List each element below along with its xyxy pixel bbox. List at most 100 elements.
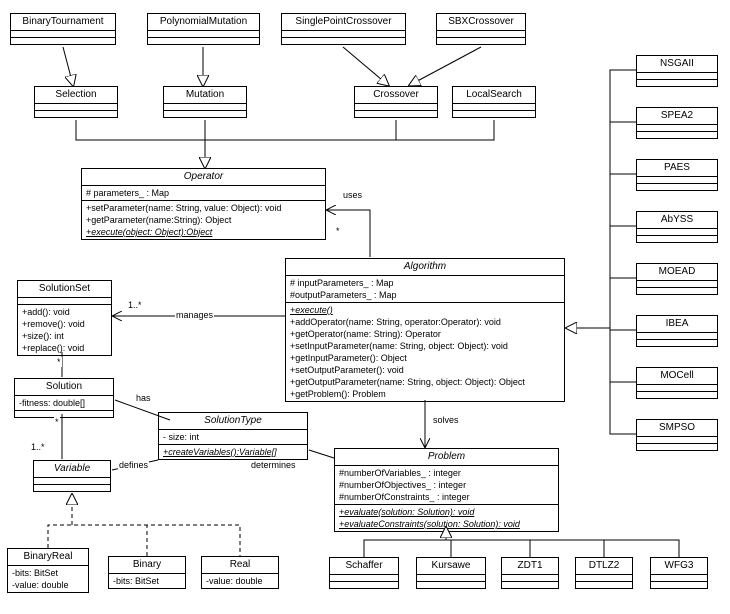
class-crossover: Crossover [354, 86, 438, 118]
op: +size(): int [22, 330, 107, 342]
label-star: * [54, 417, 60, 427]
attr: # parameters_ : Map [86, 187, 321, 199]
class-title: SinglePointCrossover [282, 14, 405, 31]
class-local-search: LocalSearch [452, 86, 536, 118]
class-title: Operator [82, 169, 325, 186]
attr: -fitness: double[] [19, 397, 109, 409]
class-solution: Solution -fitness: double[] [14, 378, 114, 418]
class-title: Variable [34, 461, 110, 478]
label-one-many: 1..* [30, 442, 46, 452]
class-title: Algorithm [286, 259, 564, 276]
op: +replace(): void [22, 342, 107, 354]
op: +getInputParameter(): Object [290, 352, 560, 364]
class-binary-tournament: BinaryTournament [10, 13, 116, 45]
class-title: MOEAD [637, 264, 717, 281]
class-title: Mutation [164, 87, 246, 104]
attr: #outputParameters_ : Map [290, 289, 560, 301]
class-title: Kursawe [417, 558, 485, 575]
class-title: SolutionSet [18, 281, 111, 298]
class-title: Real [202, 557, 278, 574]
class-title: DTLZ2 [576, 558, 632, 575]
op: +getProblem(): Problem [290, 388, 560, 400]
class-title: SMPSO [637, 420, 717, 437]
op: +evaluate(solution: Solution): void [339, 506, 554, 518]
op: +createVariables():Variable[] [163, 446, 303, 458]
attr: #numberOfConstraints_ : integer [339, 491, 554, 503]
class-title: AbYSS [637, 212, 717, 229]
label-uses: uses [342, 190, 363, 200]
class-dtlz2: DTLZ2 [575, 557, 633, 589]
class-title: Crossover [355, 87, 437, 104]
attr: #numberOfVariables_ : integer [339, 467, 554, 479]
class-zdt1: ZDT1 [501, 557, 559, 589]
label-solves: solves [432, 415, 460, 425]
class-title: BinaryTournament [11, 14, 115, 31]
attr: -bits: BitSet [12, 567, 84, 579]
label-one-many: 1..* [127, 300, 143, 310]
class-abyss: AbYSS [636, 211, 718, 243]
op: +add(): void [22, 306, 107, 318]
attr: # inputParameters_ : Map [290, 277, 560, 289]
label-determines: determines [250, 460, 297, 470]
attr: -value: double [206, 575, 274, 587]
class-selection: Selection [34, 86, 118, 118]
attr: - size: int [163, 431, 303, 443]
class-solution-set: SolutionSet +add(): void +remove(): void… [17, 280, 112, 356]
class-title: Problem [335, 449, 558, 466]
class-title: PolynomialMutation [148, 14, 259, 31]
op: +execute(object: Object):Object [86, 226, 321, 238]
label-star: * [335, 226, 341, 236]
class-sbx-crossover: SBXCrossover [436, 13, 526, 45]
class-title: PAES [637, 160, 717, 177]
class-moead: MOEAD [636, 263, 718, 295]
class-spea2: SPEA2 [636, 107, 718, 139]
class-mocell: MOCell [636, 367, 718, 399]
class-schaffer: Schaffer [329, 557, 399, 589]
attr: -value: double [12, 579, 84, 591]
attr: -bits: BitSet [113, 575, 181, 587]
class-nsgaii: NSGAII [636, 55, 718, 87]
class-title: SPEA2 [637, 108, 717, 125]
class-title: WFG3 [651, 558, 707, 575]
op: +getParameter(name:String): Object [86, 214, 321, 226]
class-binary: Binary -bits: BitSet [108, 556, 186, 589]
class-wfg3: WFG3 [650, 557, 708, 589]
label-star: * [56, 357, 62, 367]
class-variable: Variable [33, 460, 111, 492]
label-manages: manages [175, 310, 214, 320]
class-title: NSGAII [637, 56, 717, 73]
class-title: BinaryReal [8, 549, 88, 566]
op: +execute() [290, 304, 560, 316]
class-title: IBEA [637, 316, 717, 333]
uml-diagram: { "classes": { "BinaryTournament": { "ti… [0, 0, 730, 614]
class-smpso: SMPSO [636, 419, 718, 451]
op: +setParameter(name: String, value: Objec… [86, 202, 321, 214]
label-defines: defines [118, 460, 149, 470]
op: +getOutputParameter(name: String, object… [290, 376, 560, 388]
class-real: Real -value: double [201, 556, 279, 589]
op: +setOutputParameter(): void [290, 364, 560, 376]
op: +remove(): void [22, 318, 107, 330]
class-algorithm: Algorithm # inputParameters_ : Map #outp… [285, 258, 565, 402]
class-binary-real: BinaryReal -bits: BitSet -value: double [7, 548, 89, 593]
class-ibea: IBEA [636, 315, 718, 347]
class-solution-type: SolutionType - size: int +createVariable… [158, 412, 308, 460]
op: +getOperator(name: String): Operator [290, 328, 560, 340]
class-polynomial-mutation: PolynomialMutation [147, 13, 260, 45]
class-operator: Operator # parameters_ : Map +setParamet… [81, 168, 326, 240]
class-title: LocalSearch [453, 87, 535, 104]
class-title: Selection [35, 87, 117, 104]
label-has: has [135, 393, 152, 403]
class-title: Solution [15, 379, 113, 396]
class-single-point-crossover: SinglePointCrossover [281, 13, 406, 45]
op: +setInputParameter(name: String, object:… [290, 340, 560, 352]
class-title: MOCell [637, 368, 717, 385]
class-kursawe: Kursawe [416, 557, 486, 589]
class-title: SolutionType [159, 413, 307, 430]
attr: #numberOfObjectives_ : integer [339, 479, 554, 491]
class-problem: Problem #numberOfVariables_ : integer #n… [334, 448, 559, 532]
op: +evaluateConstraints(solution: Solution)… [339, 518, 554, 530]
class-title: ZDT1 [502, 558, 558, 575]
class-paes: PAES [636, 159, 718, 191]
op: +addOperator(name: String, operator:Oper… [290, 316, 560, 328]
